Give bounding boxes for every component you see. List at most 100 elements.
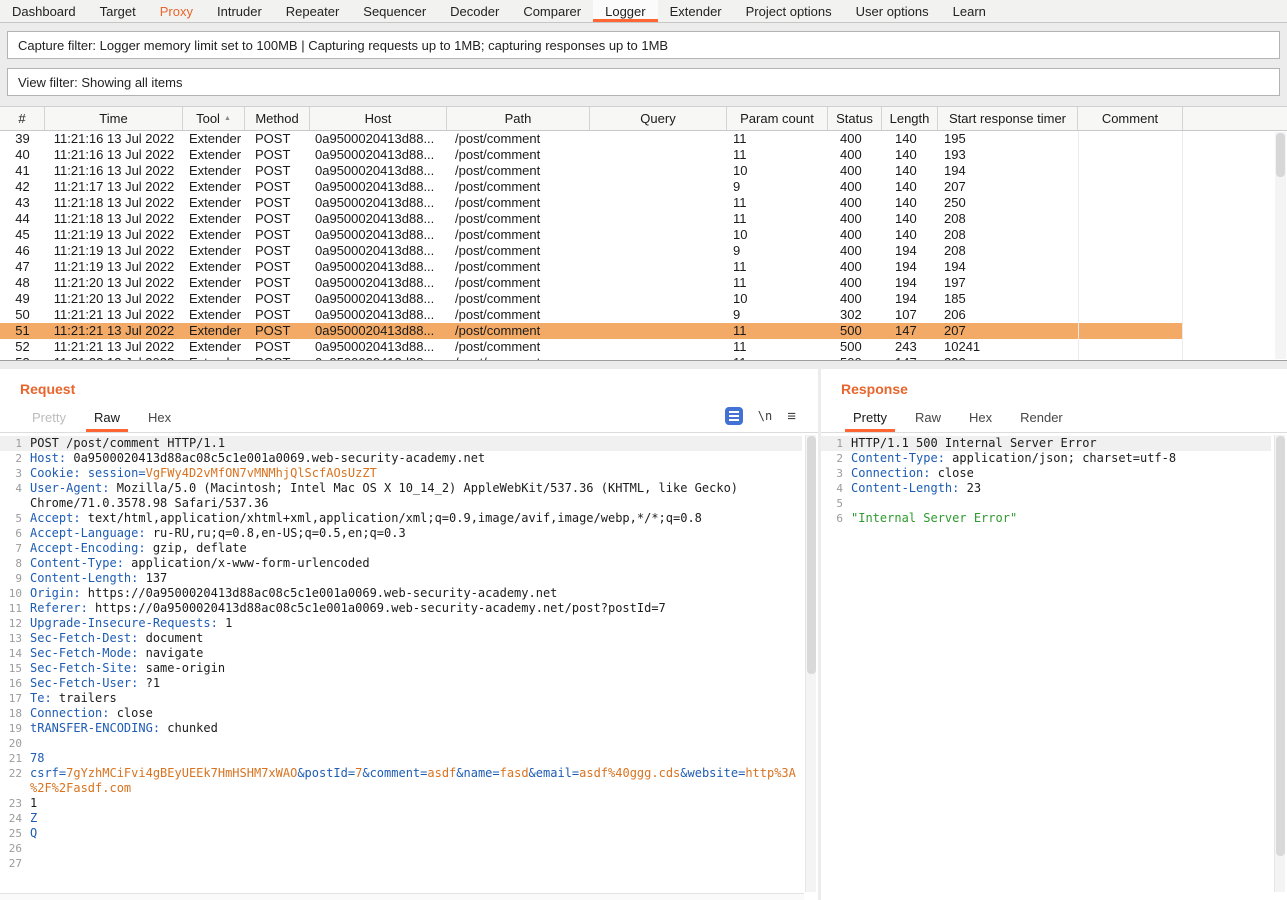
column-label: Status — [836, 111, 873, 126]
cell-start-response-timer: 250 — [938, 195, 1078, 211]
request-editor[interactable]: 1POST /post/comment HTTP/1.12Host: 0a950… — [0, 433, 818, 900]
cell-method: POST — [245, 131, 310, 147]
tab-logger[interactable]: Logger — [593, 0, 657, 22]
code-token: POST /post/comment HTTP/1.1 — [30, 436, 225, 450]
code-token: fasd — [500, 766, 529, 780]
table-row[interactable]: 4511:21:19 13 Jul 2022ExtenderPOST0a9500… — [0, 227, 1183, 243]
line-content: Sec-Fetch-User: ?1 — [30, 676, 802, 691]
table-row[interactable]: 5311:21:22 13 Jul 2022ExtenderPOST0a9500… — [0, 355, 1183, 361]
cell-length: 147 — [882, 323, 938, 339]
cell-length: 140 — [882, 227, 938, 243]
tab-decoder[interactable]: Decoder — [438, 0, 511, 22]
cell-method: POST — [245, 291, 310, 307]
table-row[interactable]: 4711:21:19 13 Jul 2022ExtenderPOST0a9500… — [0, 259, 1183, 275]
table-row[interactable]: 4111:21:16 13 Jul 2022ExtenderPOST0a9500… — [0, 163, 1183, 179]
table-row[interactable]: 4611:21:19 13 Jul 2022ExtenderPOST0a9500… — [0, 243, 1183, 259]
cell-query — [590, 307, 727, 323]
code-line: 5 — [821, 496, 1271, 511]
request-horizontal-scrollbar[interactable] — [0, 893, 804, 900]
table-row[interactable]: 4311:21:18 13 Jul 2022ExtenderPOST0a9500… — [0, 195, 1183, 211]
code-token: csrf= — [30, 766, 66, 780]
response-tab-raw[interactable]: Raw — [901, 404, 955, 432]
tab-proxy[interactable]: Proxy — [148, 0, 205, 22]
tab-sequencer[interactable]: Sequencer — [351, 0, 438, 22]
table-row[interactable]: 4411:21:18 13 Jul 2022ExtenderPOST0a9500… — [0, 211, 1183, 227]
cell-number: 41 — [0, 163, 45, 179]
tab-dashboard[interactable]: Dashboard — [0, 0, 88, 22]
response-tab-pretty[interactable]: Pretty — [839, 404, 901, 432]
view-filter-bar[interactable]: View filter: Showing all items — [7, 68, 1280, 96]
column-header-query[interactable]: Query — [590, 107, 727, 130]
table-row[interactable]: 4211:21:17 13 Jul 2022ExtenderPOST0a9500… — [0, 179, 1183, 195]
request-tab-pretty[interactable]: Pretty — [18, 404, 80, 432]
tab-target[interactable]: Target — [88, 0, 148, 22]
column-label: Comment — [1102, 111, 1158, 126]
horizontal-splitter[interactable] — [0, 361, 1287, 369]
scrollbar-thumb[interactable] — [1276, 436, 1285, 856]
column-header-start-response-timer[interactable]: Start response timer — [938, 107, 1078, 130]
code-token: 1 — [30, 796, 37, 810]
request-header: Request — [0, 369, 818, 403]
cell-query — [590, 259, 727, 275]
column-header-length[interactable]: Length — [882, 107, 938, 130]
tab-repeater[interactable]: Repeater — [274, 0, 351, 22]
code-line: 22csrf=7gYzhMCiFvi4gBEyUEEk7HmHSHM7xWAO&… — [0, 766, 802, 796]
line-number: 6 — [821, 511, 851, 526]
table-row[interactable]: 4911:21:20 13 Jul 2022ExtenderPOST0a9500… — [0, 291, 1183, 307]
tab-project-options[interactable]: Project options — [734, 0, 844, 22]
column-header-tool[interactable]: Tool▲ — [183, 107, 245, 130]
cell-number: 47 — [0, 259, 45, 275]
table-row[interactable]: 5211:21:21 13 Jul 2022ExtenderPOST0a9500… — [0, 339, 1183, 355]
cell-path: /post/comment — [447, 147, 590, 163]
code-line: 6Accept-Language: ru-RU,ru;q=0.8,en-US;q… — [0, 526, 802, 541]
newline-toggle-icon[interactable]: \n — [758, 409, 772, 423]
column-label: Time — [99, 111, 127, 126]
request-tabs-row: PrettyRawHex \n ≡ — [0, 403, 818, 433]
request-tab-hex[interactable]: Hex — [134, 404, 185, 432]
code-token: session= — [88, 466, 146, 480]
code-token: &website= — [680, 766, 745, 780]
column-header-param-count[interactable]: Param count — [727, 107, 828, 130]
tab-user-options[interactable]: User options — [844, 0, 941, 22]
request-vertical-scrollbar[interactable] — [805, 435, 816, 892]
table-vertical-scrollbar[interactable] — [1275, 132, 1286, 359]
tab-intruder[interactable]: Intruder — [205, 0, 274, 22]
pretty-print-icon[interactable] — [725, 407, 743, 425]
capture-filter-bar[interactable]: Capture filter: Logger memory limit set … — [7, 31, 1280, 59]
cell-tool: Extender — [183, 195, 245, 211]
response-tabs: PrettyRawHexRender — [839, 404, 1077, 432]
cell-tool: Extender — [183, 339, 245, 355]
request-tab-raw[interactable]: Raw — [80, 404, 134, 432]
line-content: Accept-Encoding: gzip, deflate — [30, 541, 802, 556]
response-editor[interactable]: 1HTTP/1.1 500 Internal Server Error2Cont… — [821, 433, 1287, 900]
cell-query — [590, 243, 727, 259]
table-row[interactable]: 5111:21:21 13 Jul 2022ExtenderPOST0a9500… — [0, 323, 1183, 339]
column-header-comment[interactable]: Comment — [1078, 107, 1183, 130]
code-line: 1HTTP/1.1 500 Internal Server Error — [821, 436, 1271, 451]
editor-menu-icon[interactable]: ≡ — [787, 409, 796, 424]
tab-learn[interactable]: Learn — [941, 0, 998, 22]
cell-tool: Extender — [183, 163, 245, 179]
column-header-status[interactable]: Status — [828, 107, 882, 130]
table-row[interactable]: 5011:21:21 13 Jul 2022ExtenderPOST0a9500… — [0, 307, 1183, 323]
column-header-path[interactable]: Path — [447, 107, 590, 130]
table-row[interactable]: 3911:21:16 13 Jul 2022ExtenderPOST0a9500… — [0, 131, 1183, 147]
cell-time: 11:21:18 13 Jul 2022 — [45, 195, 183, 211]
column-header-host[interactable]: Host — [310, 107, 447, 130]
table-row[interactable]: 4011:21:16 13 Jul 2022ExtenderPOST0a9500… — [0, 147, 1183, 163]
tab-comparer[interactable]: Comparer — [511, 0, 593, 22]
code-line: 13Sec-Fetch-Dest: document — [0, 631, 802, 646]
scrollbar-thumb[interactable] — [1276, 133, 1285, 177]
tab-extender[interactable]: Extender — [658, 0, 734, 22]
column-header-method[interactable]: Method — [245, 107, 310, 130]
response-title: Response — [841, 381, 908, 397]
cell-method: POST — [245, 211, 310, 227]
table-row[interactable]: 4811:21:20 13 Jul 2022ExtenderPOST0a9500… — [0, 275, 1183, 291]
response-vertical-scrollbar[interactable] — [1274, 435, 1285, 892]
column-header-number[interactable]: # — [0, 107, 45, 130]
scrollbar-thumb[interactable] — [807, 436, 816, 674]
response-tab-hex[interactable]: Hex — [955, 404, 1006, 432]
response-tab-render[interactable]: Render — [1006, 404, 1077, 432]
column-header-time[interactable]: Time — [45, 107, 183, 130]
request-panel: Request PrettyRawHex \n ≡ 1 POST /post/co… — [0, 369, 818, 900]
